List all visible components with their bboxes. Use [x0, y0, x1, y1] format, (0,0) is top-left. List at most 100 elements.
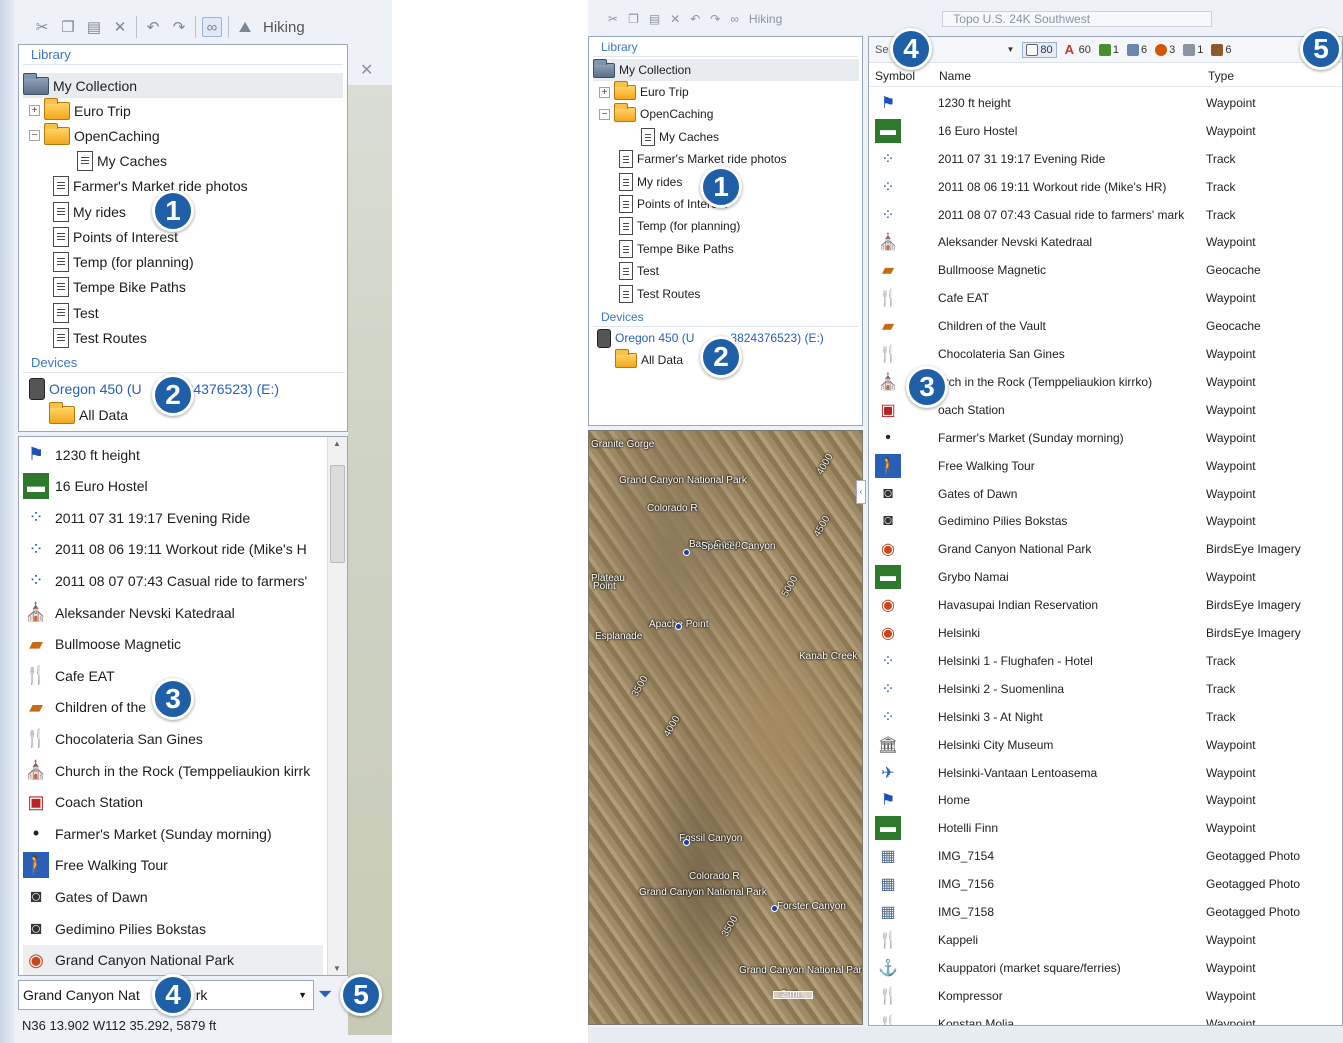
- undo-icon[interactable]: ↶: [143, 17, 163, 37]
- tree-item-farmers-market[interactable]: Farmer's Market ride photos: [53, 173, 248, 198]
- tree-item-farmers-market[interactable]: Farmer's Market ride photos: [619, 148, 787, 170]
- column-header-symbol[interactable]: Symbol: [875, 69, 915, 83]
- map-waypoint-marker[interactable]: [683, 839, 690, 846]
- grid-row[interactable]: ◙ Gedimino Pilies Bokstas Waypoint: [869, 508, 1342, 536]
- collapse-icon[interactable]: −: [29, 130, 40, 141]
- list-item[interactable]: 🚶 Free Walking Tour: [23, 850, 168, 881]
- grid-row[interactable]: ⁘ Helsinki 2 - Suomenlina Track: [869, 675, 1342, 703]
- chevron-down-icon[interactable]: ▼: [1006, 45, 1014, 54]
- grid-row[interactable]: ▰ Bullmoose Magnetic Geocache: [869, 256, 1342, 284]
- grid-row[interactable]: 🚶 Free Walking Tour Waypoint: [869, 452, 1342, 480]
- map-preview-strip[interactable]: [348, 85, 392, 1035]
- list-item[interactable]: ⛪ Aleksander Nevski Katedraal: [23, 597, 235, 628]
- grid-row[interactable]: 🍴 Chocolateria San Gines Waypoint: [869, 340, 1342, 368]
- list-item[interactable]: ▰ Children of the: [23, 692, 146, 723]
- redo-icon[interactable]: ↷: [169, 17, 189, 37]
- binoculars-icon[interactable]: ∞: [730, 12, 739, 26]
- tree-item-euro-trip[interactable]: + Euro Trip: [29, 97, 131, 123]
- collapse-panel-icon[interactable]: ‹: [856, 480, 866, 504]
- list-item[interactable]: ▰ Bullmoose Magnetic: [23, 629, 181, 660]
- column-header-name[interactable]: Name: [939, 69, 971, 83]
- cut-icon[interactable]: ✂: [32, 17, 52, 37]
- copy-icon[interactable]: ❐: [628, 12, 639, 26]
- grid-row[interactable]: ▦ IMG_7154 Geotagged Photo: [869, 842, 1342, 870]
- filter-tracks-toggle[interactable]: 6: [1127, 43, 1147, 56]
- list-item[interactable]: 🍴 Chocolateria San Gines: [23, 723, 203, 754]
- grid-row[interactable]: ◉ Helsinki BirdsEye Imagery: [869, 619, 1342, 647]
- filter-custom-maps-toggle[interactable]: 1: [1183, 43, 1203, 56]
- copy-icon[interactable]: ❐: [58, 17, 78, 37]
- grid-row[interactable]: ⚓ Kauppatori (market square/ferries) Waypo…: [869, 954, 1342, 982]
- grid-row[interactable]: ⁘ 2011 07 31 19:17 Evening Ride Track: [869, 145, 1342, 173]
- tree-item-my-caches[interactable]: My Caches: [77, 148, 167, 173]
- grid-row[interactable]: ⛪ Aleksander Nevski Katedraal Waypoint: [869, 229, 1342, 257]
- tree-item-tempe-bike-paths[interactable]: Tempe Bike Paths: [53, 274, 186, 299]
- grid-row[interactable]: ▬ 16 Euro Hostel Waypoint: [869, 117, 1342, 145]
- list-item[interactable]: ⁘ 2011 08 07 07:43 Casual ride to farmers…: [23, 565, 307, 596]
- grid-row[interactable]: ▰ Children of the Vault Geocache: [869, 312, 1342, 340]
- grid-row[interactable]: ⁘ Helsinki 1 - Flughafen - Hotel Track: [869, 647, 1342, 675]
- tree-item-my-rides[interactable]: My rides: [53, 199, 126, 224]
- grid-row[interactable]: ▦ IMG_7158 Geotagged Photo: [869, 898, 1342, 926]
- list-item[interactable]: ⁘ 2011 08 06 19:11 Workout ride (Mike's H: [23, 534, 306, 565]
- grid-row[interactable]: ⚑ Home Waypoint: [869, 787, 1342, 815]
- grid-row[interactable]: 🍴 Kappeli Waypoint: [869, 926, 1342, 954]
- expand-icon[interactable]: +: [599, 86, 610, 98]
- cut-icon[interactable]: ✂: [608, 12, 618, 26]
- list-item[interactable]: ◙ Gates of Dawn: [23, 881, 148, 912]
- tree-item-temp[interactable]: Temp (for planning): [619, 215, 740, 237]
- grid-row[interactable]: 🍴 Cafe EAT Waypoint: [869, 284, 1342, 312]
- grid-row[interactable]: ⁘ Helsinki 3 - At Night Track: [869, 703, 1342, 731]
- grid-row[interactable]: ⁘ 2011 08 06 19:11 Workout ride (Mike's H…: [869, 173, 1342, 201]
- activity-hiking-icon[interactable]: ⛰: [235, 17, 255, 37]
- grid-row[interactable]: ◉ Havasupai Indian Reservation BirdsEye Im…: [869, 591, 1342, 619]
- map-waypoint-marker[interactable]: [675, 623, 682, 630]
- filter-routes-toggle[interactable]: 1: [1098, 43, 1119, 56]
- tree-item-temp[interactable]: Temp (for planning): [53, 249, 194, 274]
- tree-item-test[interactable]: Test: [53, 300, 99, 325]
- tree-item-points-of-interest[interactable]: Points of Interest: [53, 224, 178, 249]
- grid-row[interactable]: • Farmer's Market (Sunday morning) Waypoin…: [869, 424, 1342, 452]
- binoculars-icon[interactable]: ∞: [202, 17, 222, 37]
- grid-row[interactable]: ⁘ 2011 08 07 07:43 Casual ride to farmers…: [869, 201, 1342, 229]
- map-product-select[interactable]: Topo U.S. 24K Southwest: [942, 11, 1213, 27]
- delete-icon[interactable]: ✕: [110, 17, 130, 37]
- tree-item-all-data[interactable]: All Data: [615, 348, 683, 371]
- list-item[interactable]: • Farmer's Market (Sunday morning): [23, 818, 272, 849]
- list-item[interactable]: ◉ Grand Canyon National Park: [23, 944, 323, 975]
- list-item[interactable]: ⁘ 2011 07 31 19:17 Evening Ride: [23, 502, 250, 533]
- tree-item-all-data[interactable]: All Data: [49, 401, 128, 427]
- grid-row[interactable]: 🍴 Kompressor Waypoint: [869, 982, 1342, 1010]
- grid-row[interactable]: ▦ IMG_7156 Geotagged Photo: [869, 870, 1342, 898]
- grid-row[interactable]: ◙ Gates of Dawn Waypoint: [869, 480, 1342, 508]
- grid-row[interactable]: ⚑ 1230 ft height Waypoint: [869, 89, 1342, 117]
- scrollbar-thumb[interactable]: [330, 465, 345, 563]
- tree-item-my-collection[interactable]: My Collection: [23, 72, 343, 98]
- filter-icon[interactable]: ⏷: [318, 984, 332, 1005]
- list-item[interactable]: ▣ Coach Station: [23, 787, 142, 818]
- activity-profile-label[interactable]: Hiking: [263, 19, 305, 36]
- search-input[interactable]: Se: [875, 44, 888, 56]
- filter-lists-toggle[interactable]: 80: [1022, 41, 1057, 58]
- paste-icon[interactable]: ▤: [649, 12, 660, 26]
- tree-item-test[interactable]: Test: [619, 260, 659, 282]
- tree-item-opencaching[interactable]: − OpenCaching: [599, 102, 713, 125]
- tree-item-my-collection[interactable]: My Collection: [593, 58, 859, 81]
- tree-item-test-routes[interactable]: Test Routes: [53, 325, 147, 350]
- filter-birdseye-toggle[interactable]: 3: [1155, 43, 1175, 56]
- delete-icon[interactable]: ✕: [670, 12, 680, 26]
- close-icon[interactable]: ✕: [360, 60, 373, 80]
- filter-waypoints-toggle[interactable]: A 60: [1065, 43, 1091, 56]
- paste-icon[interactable]: ▤: [84, 17, 104, 37]
- tree-item-my-rides[interactable]: My rides: [619, 171, 682, 193]
- redo-icon[interactable]: ↷: [710, 12, 720, 26]
- list-item[interactable]: ▬ 16 Euro Hostel: [23, 471, 148, 502]
- collapse-icon[interactable]: −: [599, 108, 610, 120]
- scroll-up-icon[interactable]: ▲: [333, 439, 341, 448]
- tree-item-test-routes[interactable]: Test Routes: [619, 283, 700, 305]
- grid-row[interactable]: 🏛 Helsinki City Museum Waypoint: [869, 731, 1342, 759]
- undo-icon[interactable]: ↶: [690, 12, 700, 26]
- list-item[interactable]: ⛪ Church in the Rock (Temppeliaukion kirr…: [23, 755, 310, 786]
- grid-row[interactable]: 🍴 Konstan Molja Waypoint: [869, 1010, 1342, 1025]
- expand-icon[interactable]: +: [29, 105, 40, 116]
